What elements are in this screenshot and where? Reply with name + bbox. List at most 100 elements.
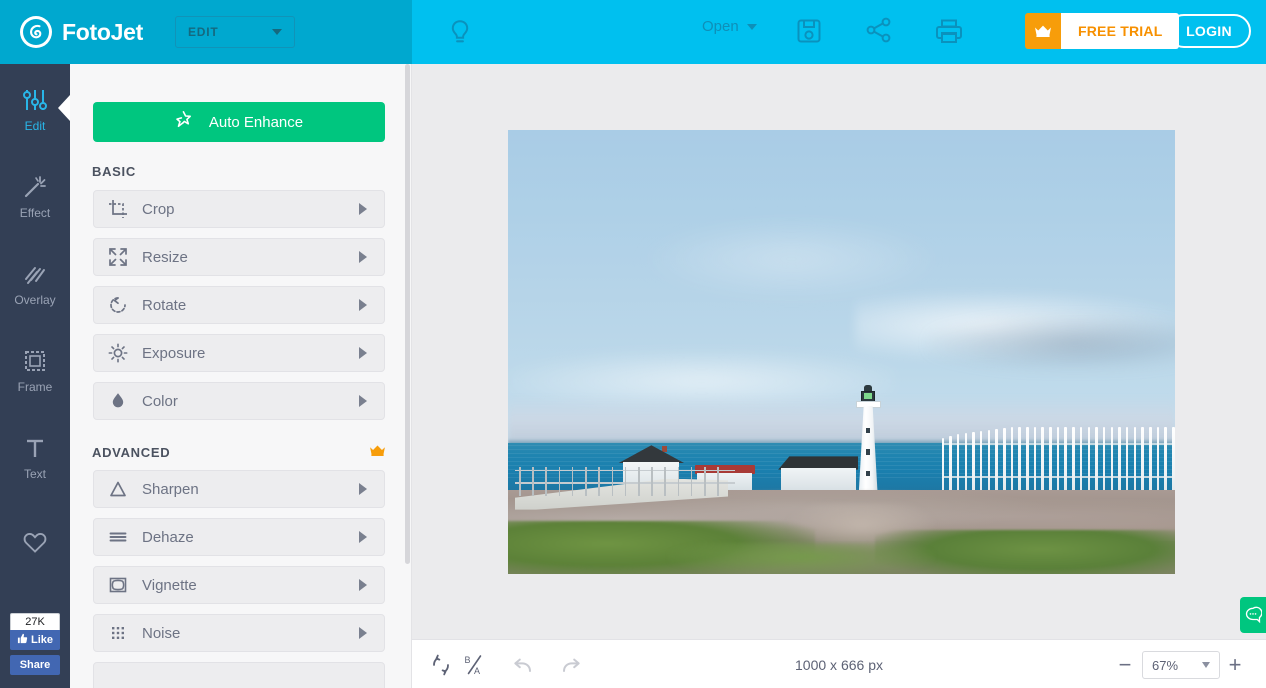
tool-label: Noise (142, 624, 181, 642)
lightbulb-icon (451, 20, 469, 43)
sidebar-item-label: Text (23, 466, 46, 481)
section-title: BASIC (92, 164, 136, 179)
zoom-level-select[interactable]: 67% (1142, 651, 1220, 679)
top-header-bar: FotoJet EDIT Open FREE TRIAL LOGIN (0, 0, 1266, 64)
sidebar-item-effect[interactable]: Effect (0, 151, 70, 238)
facebook-social-widget: 27K Like Share (10, 613, 60, 675)
caret-right-icon (359, 483, 367, 495)
sidebar-item-label: Frame (17, 379, 53, 394)
printer-icon (936, 19, 962, 43)
crop-icon (94, 199, 142, 219)
left-nav-rail: Edit Effect Overlay Frame Text 27K Like … (0, 64, 70, 688)
active-indicator-notch (58, 94, 70, 121)
before-after-icon: B A (465, 655, 482, 676)
resize-icon (94, 247, 142, 267)
caret-right-icon (359, 395, 367, 407)
tool-label: Vignette (142, 576, 197, 594)
photo-wooden-railing (514, 467, 735, 497)
tool-row-vignette[interactable]: Vignette (93, 566, 385, 604)
edit-tools-panel: Auto Enhance BASIC Crop Resize Rotate Ex… (70, 64, 412, 688)
tool-row-color[interactable]: Color (93, 382, 385, 420)
image-dimensions-label: 1000 x 666 px (795, 656, 883, 673)
mode-dropdown-label: EDIT (187, 25, 219, 39)
chevron-down-icon (1202, 662, 1210, 668)
sliders-icon (22, 83, 48, 113)
tool-label: Exposure (142, 344, 206, 362)
tool-row-rotate[interactable]: Rotate (93, 286, 385, 324)
tool-label: Sharpen (142, 480, 199, 498)
caret-right-icon (359, 347, 367, 359)
tool-row-sharpen[interactable]: Sharpen (93, 470, 385, 508)
photo-canvas-area (412, 64, 1266, 639)
open-menu-button[interactable]: Open (702, 18, 757, 35)
caret-right-icon (359, 299, 367, 311)
tool-row-dehaze[interactable]: Dehaze (93, 518, 385, 556)
save-button[interactable] (793, 15, 825, 47)
free-trial-button[interactable]: FREE TRIAL (1025, 13, 1180, 49)
chat-support-button[interactable] (1240, 597, 1266, 633)
tool-row-noise[interactable]: Noise (93, 614, 385, 652)
magic-star-icon (175, 110, 195, 134)
photo-cloud (641, 218, 942, 299)
caret-right-icon (359, 627, 367, 639)
header-left-section: FotoJet EDIT (0, 0, 412, 64)
tool-row-partial[interactable] (93, 662, 385, 688)
undo-button[interactable] (510, 652, 536, 678)
photo-outbuilding (778, 456, 859, 491)
zoom-level-value: 67% (1152, 657, 1179, 673)
mode-dropdown[interactable]: EDIT (174, 16, 295, 48)
magic-wand-icon (22, 170, 48, 200)
login-button[interactable]: LOGIN (1167, 14, 1251, 48)
text-t-icon (22, 431, 48, 461)
sidebar-item-label: Effect (19, 205, 51, 220)
fotojet-editor-app: FotoJet EDIT Open FREE TRIAL LOGIN Edit … (0, 0, 1266, 688)
tool-row-exposure[interactable]: Exposure (93, 334, 385, 372)
print-button[interactable] (933, 15, 965, 47)
favorite-button[interactable] (0, 522, 70, 562)
sidebar-item-edit[interactable]: Edit (0, 64, 70, 151)
panel-scrollbar[interactable] (405, 64, 410, 564)
droplet-icon (94, 391, 142, 411)
caret-right-icon (359, 531, 367, 543)
chevron-down-icon (746, 23, 757, 30)
crown-icon (369, 444, 386, 460)
sidebar-item-frame[interactable]: Frame (0, 325, 70, 412)
redo-button[interactable] (558, 652, 584, 678)
section-header-advanced: ADVANCED (92, 444, 386, 460)
free-trial-label: FREE TRIAL (1061, 13, 1180, 49)
tool-row-resize[interactable]: Resize (93, 238, 385, 276)
undo-arrow-icon (514, 658, 531, 672)
compare-button[interactable] (428, 652, 454, 678)
fotojet-logo-icon (20, 16, 52, 48)
sidebar-item-text[interactable]: Text (0, 412, 70, 499)
svg-text:B: B (465, 655, 471, 665)
chat-bubble-icon (1245, 606, 1262, 624)
share-button[interactable] (863, 14, 895, 46)
before-after-button[interactable]: B A (462, 652, 488, 678)
zoom-out-button[interactable]: − (1114, 654, 1136, 676)
facebook-like-button[interactable]: Like (10, 630, 60, 650)
photo-cloud (928, 316, 1175, 370)
auto-enhance-button[interactable]: Auto Enhance (93, 102, 385, 142)
facebook-share-button[interactable]: Share (10, 655, 60, 675)
edited-photo[interactable] (508, 130, 1175, 574)
zoom-in-button[interactable]: + (1224, 654, 1246, 676)
brand-name: FotoJet (62, 18, 143, 45)
tool-row-crop[interactable]: Crop (93, 190, 385, 228)
compare-refresh-icon (433, 654, 449, 676)
share-nodes-icon (866, 17, 891, 43)
dot-grid-icon (94, 623, 142, 643)
tool-label: Crop (142, 200, 175, 218)
brand-logo[interactable]: FotoJet (20, 16, 143, 48)
section-title: ADVANCED (92, 444, 171, 460)
header-right-section: Open FREE TRIAL LOGIN (412, 0, 1266, 64)
login-label: LOGIN (1186, 23, 1232, 39)
rotate-icon (94, 295, 142, 315)
facebook-like-label: Like (30, 634, 53, 646)
sidebar-item-overlay[interactable]: Overlay (0, 238, 70, 325)
crown-icon (1025, 13, 1061, 49)
tips-lightbulb-button[interactable] (444, 16, 476, 48)
frame-icon (22, 344, 48, 374)
sun-icon (94, 343, 142, 363)
tool-label: Color (142, 392, 178, 410)
